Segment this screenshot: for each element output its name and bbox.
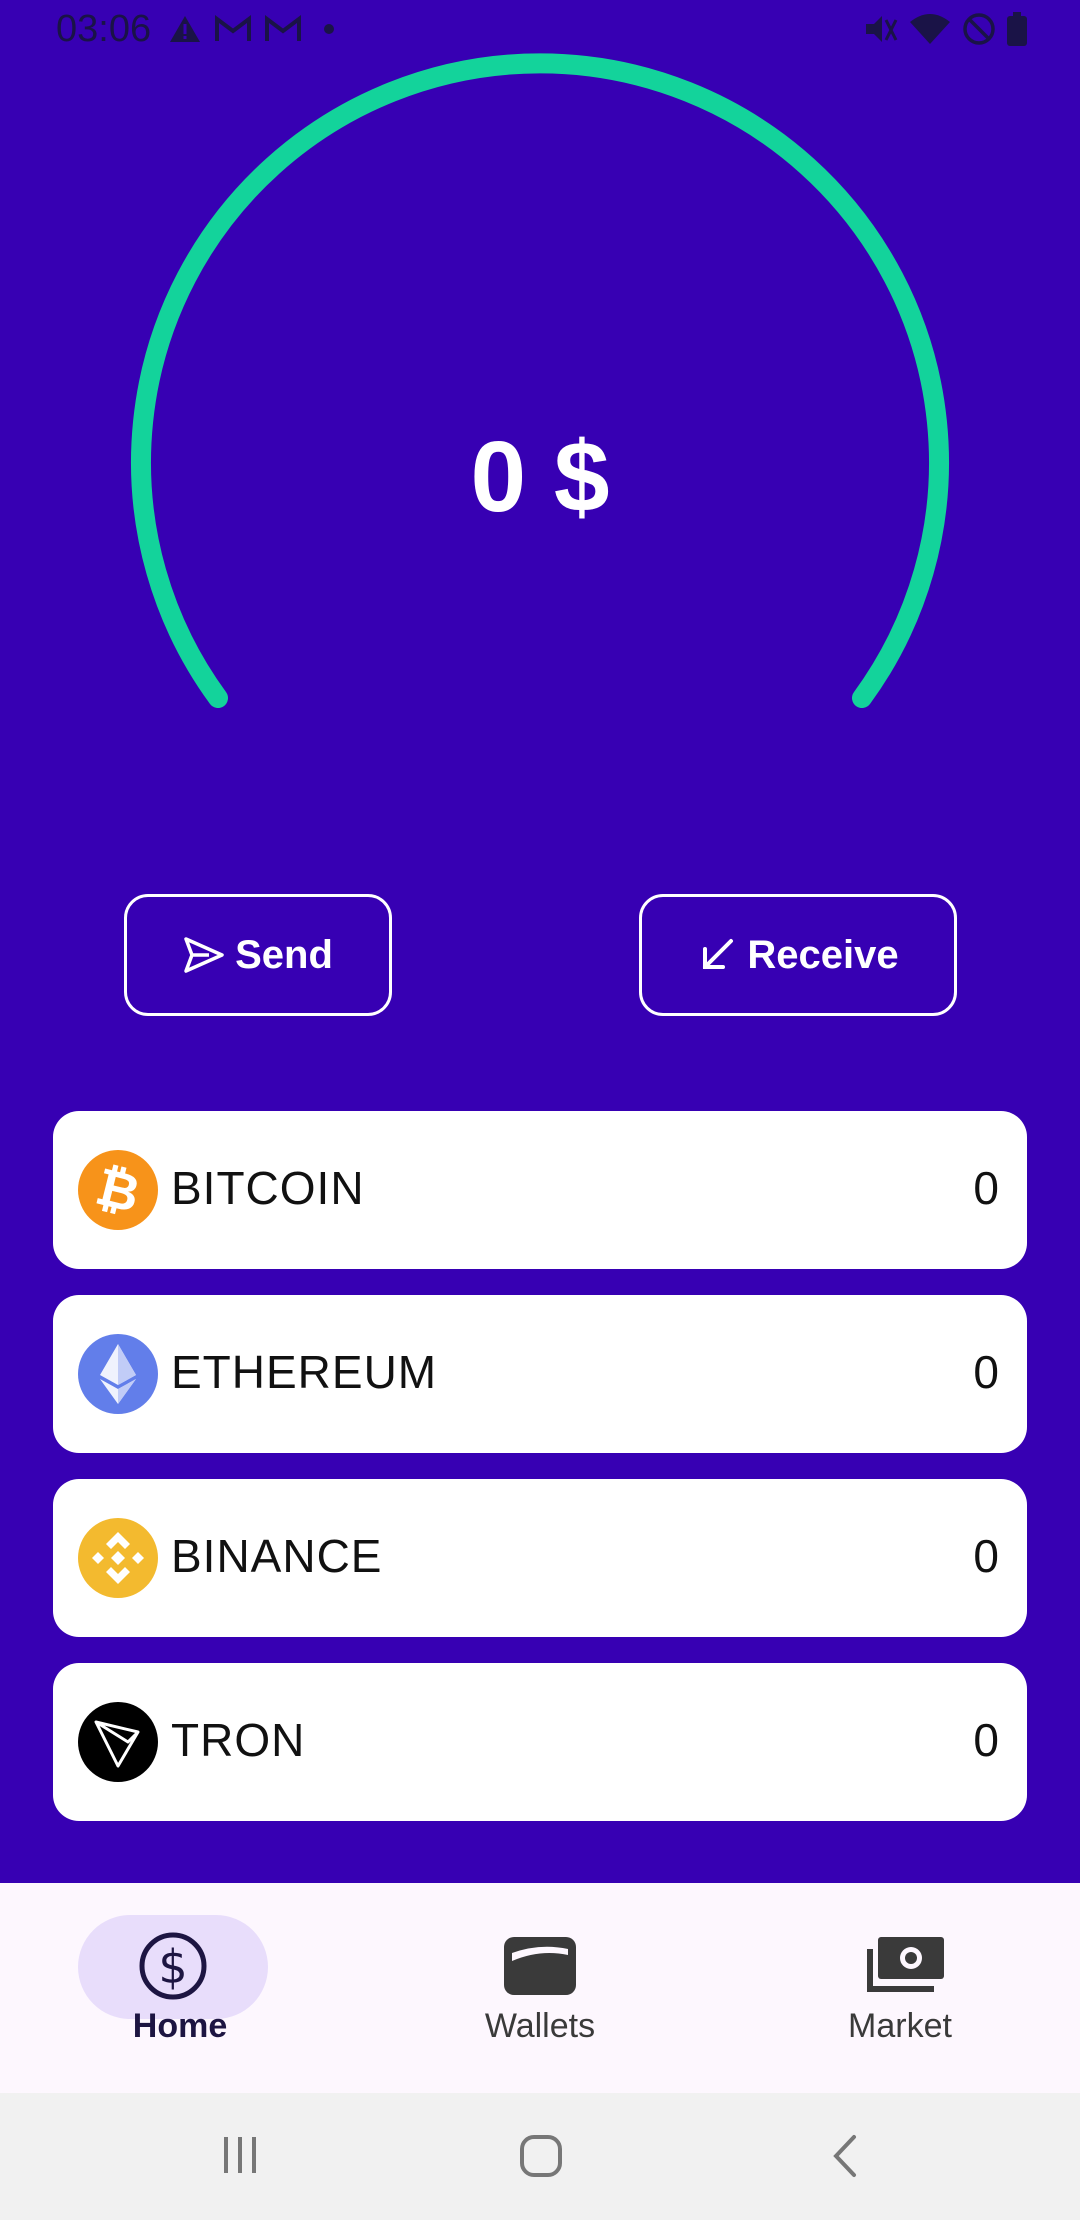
coin-row-tron[interactable]: TRON 0: [53, 1663, 1027, 1821]
nav-label-home: Home: [132, 2007, 228, 2045]
bitcoin-icon: ₿: [78, 1150, 158, 1230]
coin-balance: 0: [973, 1530, 999, 1582]
nav-item-home[interactable]: $ Home: [0, 1883, 360, 2093]
gauge-arc: [131, 53, 949, 708]
tron-icon: [78, 1702, 158, 1782]
coin-balance: 0: [973, 1346, 999, 1398]
receive-button[interactable]: Receive: [639, 894, 957, 1016]
binance-icon: [78, 1518, 158, 1598]
balance-gauge: [131, 53, 949, 708]
send-button[interactable]: Send: [124, 894, 392, 1016]
coin-row-bitcoin[interactable]: ₿ BITCOIN 0: [53, 1111, 1027, 1269]
coin-name: ETHEREUM: [171, 1346, 438, 1398]
system-navigation-bar: [0, 2093, 1080, 2220]
receive-label: Receive: [747, 932, 899, 977]
coin-row-binance[interactable]: BINANCE 0: [53, 1479, 1027, 1637]
bottom-navigation: $ Home Wallets Market: [0, 1883, 1080, 2093]
dollar-circle-icon: $: [139, 1932, 207, 2000]
arrow-down-left-icon: [703, 939, 734, 969]
total-balance: 0 $: [470, 421, 610, 533]
svg-text:$: $: [158, 1940, 187, 1994]
coin-balance: 0: [973, 1714, 999, 1766]
send-icon: [184, 937, 224, 973]
nav-label-market: Market: [848, 2007, 952, 2045]
back-icon[interactable]: [826, 2133, 866, 2179]
coin-balance: 0: [973, 1162, 999, 1214]
coin-row-ethereum[interactable]: ETHEREUM 0: [53, 1295, 1027, 1453]
wallet-icon: [504, 1937, 576, 1995]
coin-name: BINANCE: [171, 1530, 383, 1582]
recent-apps-icon[interactable]: [218, 2133, 262, 2177]
cash-icon: [867, 1937, 944, 1992]
home-icon[interactable]: [518, 2133, 564, 2179]
ethereum-icon: [78, 1334, 158, 1414]
coin-name: BITCOIN: [171, 1162, 365, 1214]
nav-item-market[interactable]: Market: [720, 1883, 1080, 2093]
nav-item-wallets[interactable]: Wallets: [360, 1883, 720, 2093]
coin-name: TRON: [171, 1714, 306, 1766]
send-label: Send: [235, 932, 333, 977]
nav-label-wallets: Wallets: [484, 2007, 596, 2045]
